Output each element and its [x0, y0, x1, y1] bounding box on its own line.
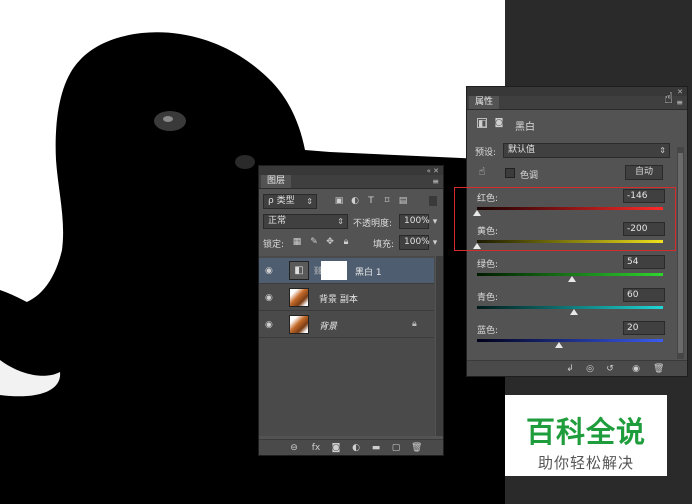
- watermark-subtitle: 助你轻松解决: [537, 454, 634, 472]
- delete-layer-icon[interactable]: 🗑︎: [411, 443, 422, 453]
- adjustment-type-icon: ◧: [477, 118, 487, 129]
- tint-checkbox[interactable]: [505, 168, 515, 178]
- fill-label: 填充:: [373, 240, 395, 250]
- highlight-box: [454, 187, 676, 251]
- filter-adjustment-icon[interactable]: ◐: [350, 196, 360, 206]
- preset-value: 默认值: [508, 145, 536, 155]
- visibility-eye-icon[interactable]: ◉: [265, 320, 275, 330]
- preset-select[interactable]: 默认值 ⇕: [503, 143, 670, 158]
- tint-label: 色调: [520, 171, 539, 181]
- new-group-icon[interactable]: ▬: [371, 443, 381, 453]
- lock-paint-icon[interactable]: ✎: [309, 237, 319, 247]
- clip-to-layer-icon[interactable]: ↲: [565, 364, 575, 374]
- layer-filter-label: ρ 类型: [268, 196, 295, 206]
- layer-name[interactable]: 背景: [319, 319, 337, 332]
- fill-input[interactable]: 100%: [399, 235, 430, 250]
- scrollbar-thumb[interactable]: [678, 153, 683, 353]
- layer-row-black-white[interactable]: ◉ ◧ ⛓︎ 黑白 1: [259, 258, 434, 284]
- dropdown-arrow-icon: ⇕: [659, 146, 666, 155]
- visibility-eye-icon[interactable]: ◉: [265, 266, 275, 276]
- opacity-dropdown-icon[interactable]: ▾: [430, 217, 440, 227]
- slider-value-cyan[interactable]: 60: [623, 288, 665, 302]
- lock-label: 锁定:: [263, 240, 285, 250]
- layer-thumbnail: [289, 288, 309, 307]
- filter-smart-object-icon[interactable]: ▤: [398, 196, 408, 206]
- slider-value-blue[interactable]: 20: [623, 321, 665, 335]
- layers-tab-row: 图层 ≡: [259, 175, 443, 189]
- mouse-cursor-icon: ☝︎: [664, 89, 674, 107]
- reset-icon[interactable]: ↺: [605, 364, 615, 374]
- properties-scrollbar[interactable]: [677, 147, 684, 359]
- preset-label: 预设:: [475, 148, 497, 158]
- link-layers-icon[interactable]: ⊖: [289, 443, 299, 453]
- slider-thumb-blue[interactable]: [554, 342, 563, 348]
- auto-button-label: 自动: [634, 167, 653, 177]
- close-icon[interactable]: ✕: [433, 167, 439, 175]
- mask-icon[interactable]: ◙: [494, 118, 504, 128]
- layer-lock-icon: 🔒︎: [412, 319, 417, 329]
- dropdown-arrow-icon: ⇕: [306, 197, 313, 206]
- dropdown-arrow-icon: ⇕: [337, 217, 344, 226]
- layers-bottom-toolbar: ⊖ fx ◙ ◐ ▬ ▢ 🗑︎: [259, 439, 443, 455]
- visibility-eye-icon[interactable]: ◉: [265, 293, 275, 303]
- layer-row-background[interactable]: ◉ 背景 🔒︎: [259, 312, 434, 338]
- panel-menu-icon[interactable]: ≡: [432, 177, 439, 186]
- targeted-adjustment-hand-icon[interactable]: ☝︎: [477, 166, 487, 177]
- panel-menu-icon[interactable]: ≡: [676, 98, 683, 107]
- watermark: 百科全说 助你轻松解决: [505, 395, 667, 476]
- blend-mode-value: 正常: [268, 216, 287, 226]
- new-adjustment-icon[interactable]: ◐: [351, 443, 361, 453]
- fill-value: 100%: [404, 237, 430, 247]
- slider-label-cyan: 青色:: [477, 293, 499, 303]
- layers-panel-titlebar[interactable]: « ✕: [259, 166, 443, 175]
- adjustment-layer-icon: ◧: [289, 261, 309, 280]
- lock-move-icon[interactable]: ✥: [325, 237, 335, 247]
- slider-label-blue: 蓝色:: [477, 326, 499, 336]
- tab-properties[interactable]: 属性: [469, 96, 500, 109]
- auto-button[interactable]: 自动: [625, 165, 663, 180]
- opacity-input[interactable]: 100%: [399, 214, 430, 229]
- filter-toggle-icon[interactable]: [429, 196, 437, 206]
- filter-shape-icon[interactable]: ⌑: [382, 196, 392, 206]
- layers-scrollbar[interactable]: [436, 256, 443, 436]
- opacity-label: 不透明度:: [353, 219, 393, 229]
- properties-panel-titlebar[interactable]: ✕: [467, 87, 687, 96]
- lock-transparent-icon[interactable]: ▦: [292, 237, 302, 247]
- opacity-value: 100%: [404, 216, 430, 226]
- layer-mask-thumbnail[interactable]: [321, 261, 347, 280]
- new-layer-icon[interactable]: ▢: [391, 443, 401, 453]
- adjustment-name: 黑白: [515, 122, 535, 133]
- toggle-visibility-icon[interactable]: ◉: [631, 364, 641, 374]
- layer-list: ◉ ◧ ⛓︎ 黑白 1 ◉ 背景 副本 ◉ 背景 🔒︎: [259, 256, 435, 436]
- properties-bottom-toolbar: ↲ ◎ ↺ ◉ 🗑︎: [467, 360, 687, 376]
- filter-pixel-icon[interactable]: ▣: [334, 196, 344, 206]
- collapse-icon[interactable]: «: [427, 167, 431, 175]
- layer-name[interactable]: 黑白 1: [355, 265, 382, 278]
- layer-style-icon[interactable]: fx: [311, 443, 321, 453]
- slider-thumb-cyan[interactable]: [569, 309, 578, 315]
- add-mask-icon[interactable]: ◙: [331, 443, 341, 453]
- layers-panel: « ✕ 图层 ≡ ρ 类型 ⇕ ▣ ◐ T ⌑ ▤ 正常 ⇕ 不透明度: 100…: [258, 165, 444, 456]
- delete-adjustment-icon[interactable]: 🗑︎: [653, 364, 664, 374]
- watermark-title: 百科全说: [525, 415, 646, 449]
- blend-mode-select[interactable]: 正常 ⇕: [263, 214, 348, 229]
- view-previous-icon[interactable]: ◎: [585, 364, 595, 374]
- slider-track-blue[interactable]: [477, 339, 663, 342]
- tab-layers[interactable]: 图层: [261, 175, 292, 188]
- properties-tab-row: 属性 ≡: [467, 96, 687, 110]
- slider-thumb-green[interactable]: [567, 276, 576, 282]
- slider-label-green: 绿色:: [477, 260, 499, 270]
- layer-filter-select[interactable]: ρ 类型 ⇕: [263, 194, 317, 209]
- filter-text-icon[interactable]: T: [366, 196, 376, 206]
- lock-all-icon[interactable]: 🔒︎: [341, 237, 351, 247]
- fill-dropdown-icon[interactable]: ▾: [430, 238, 440, 248]
- close-icon[interactable]: ✕: [677, 88, 683, 96]
- layer-name[interactable]: 背景 副本: [319, 292, 358, 305]
- slider-value-green[interactable]: 54: [623, 255, 665, 269]
- layer-row-background-copy[interactable]: ◉ 背景 副本: [259, 285, 434, 311]
- layer-thumbnail: [289, 315, 309, 334]
